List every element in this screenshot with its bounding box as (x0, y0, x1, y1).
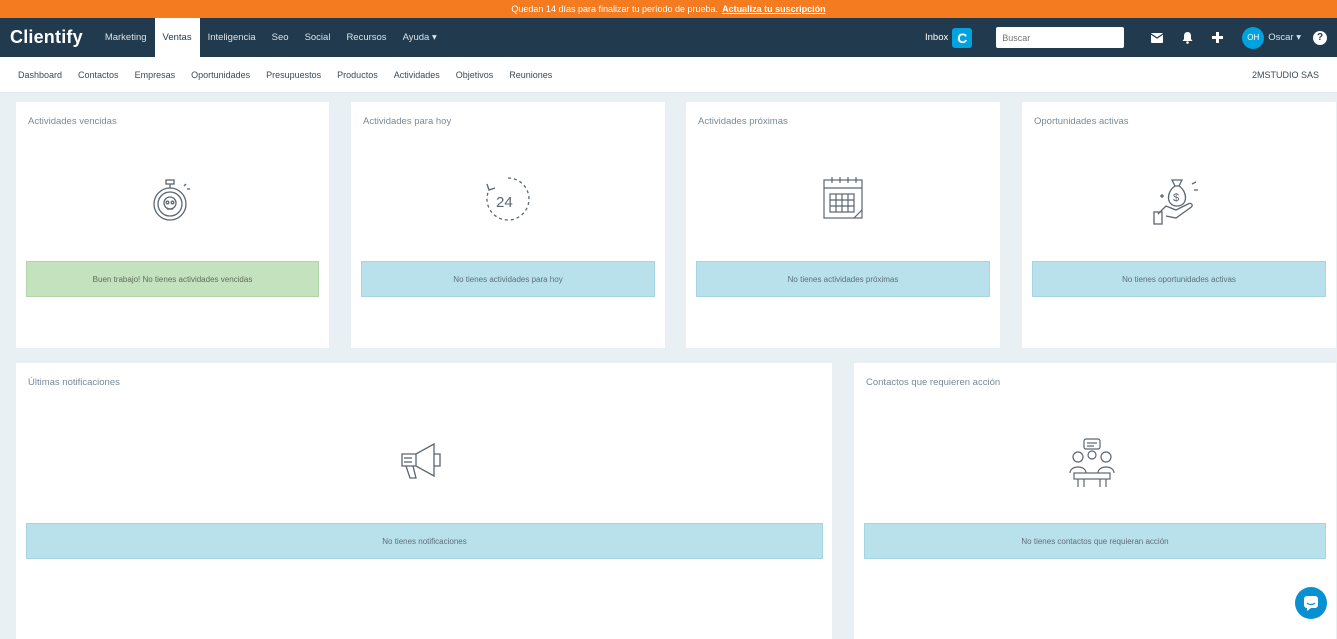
subnav-reuniones[interactable]: Reuniones (509, 70, 552, 80)
svg-text:$: $ (1173, 192, 1179, 204)
contacts-message: No tienes contactos que requieran acción (864, 523, 1326, 559)
meeting-people-icon (1064, 437, 1120, 494)
notifications-message: No tienes notificaciones (26, 523, 823, 559)
megaphone-icon (398, 440, 450, 489)
stopwatch-skull-icon (148, 174, 196, 229)
avatar[interactable]: OH (1242, 26, 1265, 49)
card-title: Actividades vencidas (28, 116, 117, 127)
company-name[interactable]: 2MSTUDIO SAS (1252, 70, 1319, 80)
sub-navigation: Dashboard Contactos Empresas Oportunidad… (0, 57, 1337, 93)
opportunities-message: No tienes oportunidades activas (1032, 261, 1326, 297)
card-title: Actividades para hoy (363, 116, 452, 127)
svg-text:24: 24 (496, 194, 513, 211)
clock-24-icon: 24 (481, 174, 535, 229)
card-title: Contactos que requieren acción (866, 377, 1001, 388)
active-opportunities-card: Oportunidades activas $ No tienes oportu… (1022, 102, 1336, 348)
card-title: Últimas notificaciones (28, 377, 120, 388)
nav-ventas[interactable]: Ventas (154, 18, 200, 57)
search-input[interactable] (996, 27, 1125, 48)
envelope-icon[interactable] (1150, 31, 1164, 45)
nav-marketing[interactable]: Marketing (97, 18, 155, 57)
today-message: No tienes actividades para hoy (361, 261, 655, 297)
overdue-activities-card: Actividades vencidas Buen trabajo! No ti… (16, 102, 329, 348)
inbox-c-icon: C (952, 27, 973, 48)
nav-social[interactable]: Social (297, 18, 339, 57)
overdue-message: Buen trabajo! No tienes actividades venc… (26, 261, 319, 297)
upgrade-subscription-link[interactable]: Actualiza tu suscripción (722, 4, 826, 14)
top-navigation: Clientify Marketing Ventas Inteligencia … (0, 18, 1337, 57)
subnav-productos[interactable]: Productos (337, 70, 378, 80)
upcoming-activities-card: Actividades próximas No tienes actividad… (686, 102, 1000, 348)
contacts-action-card: Contactos que requieren acción No tienes… (854, 363, 1336, 639)
plus-icon[interactable] (1210, 31, 1224, 45)
subnav-oportunidades[interactable]: Oportunidades (191, 70, 250, 80)
subnav-objetivos[interactable]: Objetivos (456, 70, 494, 80)
nav-recursos[interactable]: Recursos (338, 18, 394, 57)
bell-icon[interactable] (1180, 31, 1194, 45)
card-title: Actividades próximas (698, 116, 788, 127)
trial-banner: Quedan 14 días para finalizar tu período… (0, 0, 1337, 18)
inbox-button[interactable]: Inbox C (925, 27, 973, 48)
help-icon[interactable]: ? (1313, 30, 1327, 45)
nav-seo[interactable]: Seo (264, 18, 297, 57)
user-menu[interactable]: Oscar ▾ (1268, 32, 1301, 43)
inbox-label: Inbox (925, 32, 949, 43)
subnav-actividades[interactable]: Actividades (394, 70, 440, 80)
subnav-dashboard[interactable]: Dashboard (18, 70, 62, 80)
card-title: Oportunidades activas (1034, 116, 1129, 127)
notifications-card: Últimas notificaciones No tienes notific… (16, 363, 832, 639)
today-activities-card: Actividades para hoy 24 No tienes activi… (351, 102, 665, 348)
clientify-logo[interactable]: Clientify (10, 27, 83, 48)
subnav-empresas[interactable]: Empresas (135, 70, 176, 80)
money-bag-hand-icon: $ (1152, 174, 1206, 233)
calendar-icon (820, 174, 866, 229)
nav-ayuda[interactable]: Ayuda ▾ (395, 18, 445, 57)
subnav-presupuestos[interactable]: Presupuestos (266, 70, 321, 80)
trial-text: Quedan 14 días para finalizar tu período… (511, 4, 719, 14)
subnav-contactos[interactable]: Contactos (78, 70, 119, 80)
upcoming-message: No tienes actividades próximas (696, 261, 990, 297)
nav-inteligencia[interactable]: Inteligencia (200, 18, 264, 57)
chat-bubble-icon[interactable] (1295, 587, 1327, 619)
